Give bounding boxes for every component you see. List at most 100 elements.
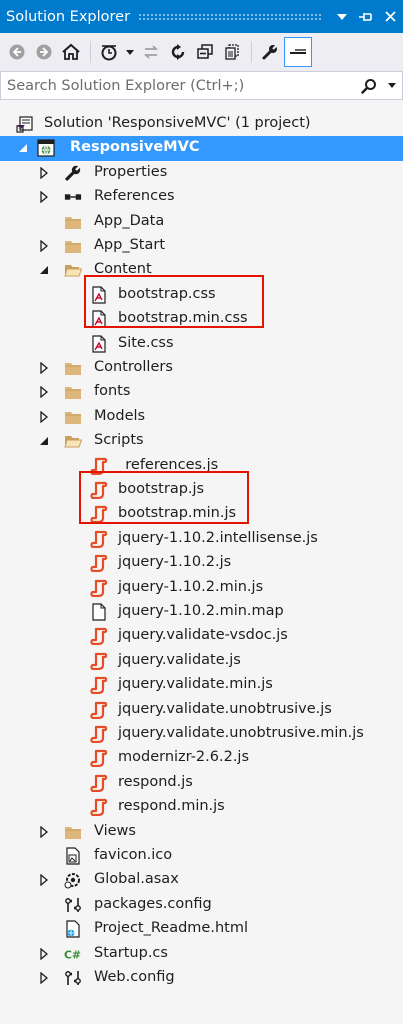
expand-arrow-collapsed-icon[interactable] bbox=[37, 947, 51, 961]
tree-item-label: References bbox=[94, 188, 175, 205]
solution-icon bbox=[16, 115, 34, 133]
css-file-icon bbox=[90, 310, 108, 328]
forward-icon[interactable] bbox=[31, 39, 57, 65]
drag-grip[interactable] bbox=[138, 12, 323, 21]
css-file-icon bbox=[90, 334, 108, 353]
tree-item[interactable]: Content bbox=[0, 258, 403, 282]
tree-item[interactable]: Models bbox=[0, 405, 403, 429]
collapse-all-icon[interactable] bbox=[192, 39, 218, 65]
tree-item[interactable]: bootstrap.min.css bbox=[0, 307, 403, 331]
title-bar: Solution Explorer bbox=[0, 0, 403, 33]
tree-item[interactable]: favicon.ico bbox=[0, 844, 403, 868]
js-file-icon bbox=[90, 457, 108, 475]
tree-item[interactable]: ResponsiveMVC bbox=[0, 136, 403, 161]
tree-item[interactable]: jquery-1.10.2.min.map bbox=[0, 600, 403, 624]
tree-item[interactable]: Solution 'ResponsiveMVC' (1 project) bbox=[0, 112, 403, 136]
tree-item[interactable]: _references.js bbox=[0, 454, 403, 478]
tree-item-label: _references.js bbox=[118, 456, 219, 473]
tree-item-label: jquery.validate.unobtrusive.min.js bbox=[118, 725, 364, 741]
expand-arrow-collapsed-icon[interactable] bbox=[37, 873, 51, 887]
tree-item[interactable]: Scripts bbox=[0, 429, 403, 453]
tree-item[interactable]: Controllers bbox=[0, 356, 403, 380]
tree-item[interactable]: jquery.validate.js bbox=[0, 649, 403, 673]
properties-icon[interactable] bbox=[257, 39, 283, 65]
back-icon[interactable] bbox=[4, 39, 30, 65]
tree-item[interactable]: modernizr-2.6.2.js bbox=[0, 746, 403, 770]
tree-item[interactable]: Global.asax bbox=[0, 868, 403, 892]
triangle-down-icon[interactable] bbox=[331, 6, 353, 28]
tree-item[interactable]: App_Data bbox=[0, 210, 403, 234]
tree-item[interactable]: References bbox=[0, 185, 403, 209]
tree-item-label: jquery.validate-vsdoc.js bbox=[118, 627, 288, 644]
tree-item-label: Startup.cs bbox=[94, 944, 168, 961]
tree-item-label: Scripts bbox=[94, 432, 144, 449]
search-options-dropdown-icon[interactable] bbox=[382, 83, 402, 88]
folder-icon bbox=[64, 823, 82, 841]
tree-item-label: favicon.ico bbox=[94, 847, 173, 863]
tree-item[interactable]: jquery-1.10.2.intellisense.js bbox=[0, 527, 403, 551]
references-icon bbox=[64, 188, 82, 206]
tree-item[interactable]: jquery.validate.min.js bbox=[0, 673, 403, 697]
tree-item[interactable]: Site.css bbox=[0, 332, 403, 356]
tree-item[interactable]: jquery.validate.unobtrusive.js bbox=[0, 698, 403, 722]
folder-icon bbox=[64, 237, 82, 255]
tree-item[interactable]: Project_Readme.html bbox=[0, 917, 403, 941]
html-file-icon bbox=[64, 920, 82, 938]
tree-item[interactable]: bootstrap.css bbox=[0, 283, 403, 307]
chevron-down-icon[interactable] bbox=[123, 39, 137, 65]
search-input[interactable] bbox=[1, 77, 356, 94]
tree-item-label: Global.asax bbox=[94, 871, 179, 888]
tree-item[interactable]: Properties bbox=[0, 161, 403, 185]
sync-with-active-document-icon[interactable] bbox=[138, 39, 164, 65]
preview-selected-items-icon[interactable] bbox=[284, 37, 312, 67]
js-file-icon bbox=[90, 481, 108, 499]
expand-arrow-expanded-icon[interactable] bbox=[37, 263, 51, 277]
pending-changes-filter-icon[interactable] bbox=[96, 39, 122, 65]
window-title: Solution Explorer bbox=[6, 8, 131, 25]
close-icon[interactable] bbox=[379, 6, 401, 28]
tree-item-label: bootstrap.js bbox=[118, 481, 205, 497]
tree-item-label: jquery-1.10.2.intellisense.js bbox=[118, 529, 318, 546]
js-file-icon bbox=[90, 627, 108, 646]
js-file-icon bbox=[90, 530, 108, 548]
tree-item[interactable]: fonts bbox=[0, 380, 403, 404]
tree-item[interactable]: Views bbox=[0, 820, 403, 844]
tree-item-label: Site.css bbox=[118, 334, 174, 351]
pin-icon[interactable] bbox=[355, 6, 377, 28]
tree-item[interactable]: C# Startup.cs bbox=[0, 942, 403, 966]
expand-arrow-collapsed-icon[interactable] bbox=[37, 825, 51, 839]
tree-item[interactable]: bootstrap.min.js bbox=[0, 502, 403, 526]
home-icon[interactable] bbox=[58, 39, 84, 65]
tree-item[interactable]: App_Start bbox=[0, 234, 403, 258]
expand-arrow-collapsed-icon[interactable] bbox=[37, 190, 51, 204]
tree-item[interactable]: respond.min.js bbox=[0, 795, 403, 819]
tree-item-label: bootstrap.min.css bbox=[118, 310, 248, 327]
expand-arrow-collapsed-icon[interactable] bbox=[37, 410, 51, 424]
tree-item-label: jquery-1.10.2.js bbox=[118, 554, 232, 571]
show-all-files-icon[interactable] bbox=[219, 39, 245, 65]
expand-arrow-expanded-icon[interactable] bbox=[16, 141, 30, 155]
expand-arrow-collapsed-icon[interactable] bbox=[37, 385, 51, 399]
expand-arrow-collapsed-icon[interactable] bbox=[37, 971, 51, 985]
tree-item-label: respond.min.js bbox=[118, 798, 225, 815]
tree-item[interactable]: jquery-1.10.2.min.js bbox=[0, 576, 403, 600]
expand-arrow-collapsed-icon[interactable] bbox=[37, 361, 51, 375]
refresh-icon[interactable] bbox=[165, 39, 191, 65]
tree-item[interactable]: jquery-1.10.2.js bbox=[0, 551, 403, 575]
tree-item[interactable]: respond.js bbox=[0, 771, 403, 795]
tree-item-label: jquery-1.10.2.min.js bbox=[118, 578, 264, 595]
tree-item[interactable]: jquery.validate-vsdoc.js bbox=[0, 624, 403, 648]
expand-arrow-collapsed-icon[interactable] bbox=[37, 239, 51, 253]
tree-item[interactable]: Web.config bbox=[0, 966, 403, 990]
folder-icon bbox=[64, 213, 82, 231]
search-icon[interactable] bbox=[356, 78, 382, 94]
tree-item-label: ResponsiveMVC bbox=[70, 139, 200, 156]
js-file-icon bbox=[90, 701, 108, 719]
expand-arrow-collapsed-icon[interactable] bbox=[37, 166, 51, 180]
toolbar-separator bbox=[251, 41, 252, 63]
web-project-icon bbox=[37, 139, 55, 157]
tree-item[interactable]: bootstrap.js bbox=[0, 478, 403, 502]
tree-item[interactable]: packages.config bbox=[0, 893, 403, 917]
tree-item[interactable]: jquery.validate.unobtrusive.min.js bbox=[0, 722, 403, 746]
expand-arrow-expanded-icon[interactable] bbox=[37, 434, 51, 448]
